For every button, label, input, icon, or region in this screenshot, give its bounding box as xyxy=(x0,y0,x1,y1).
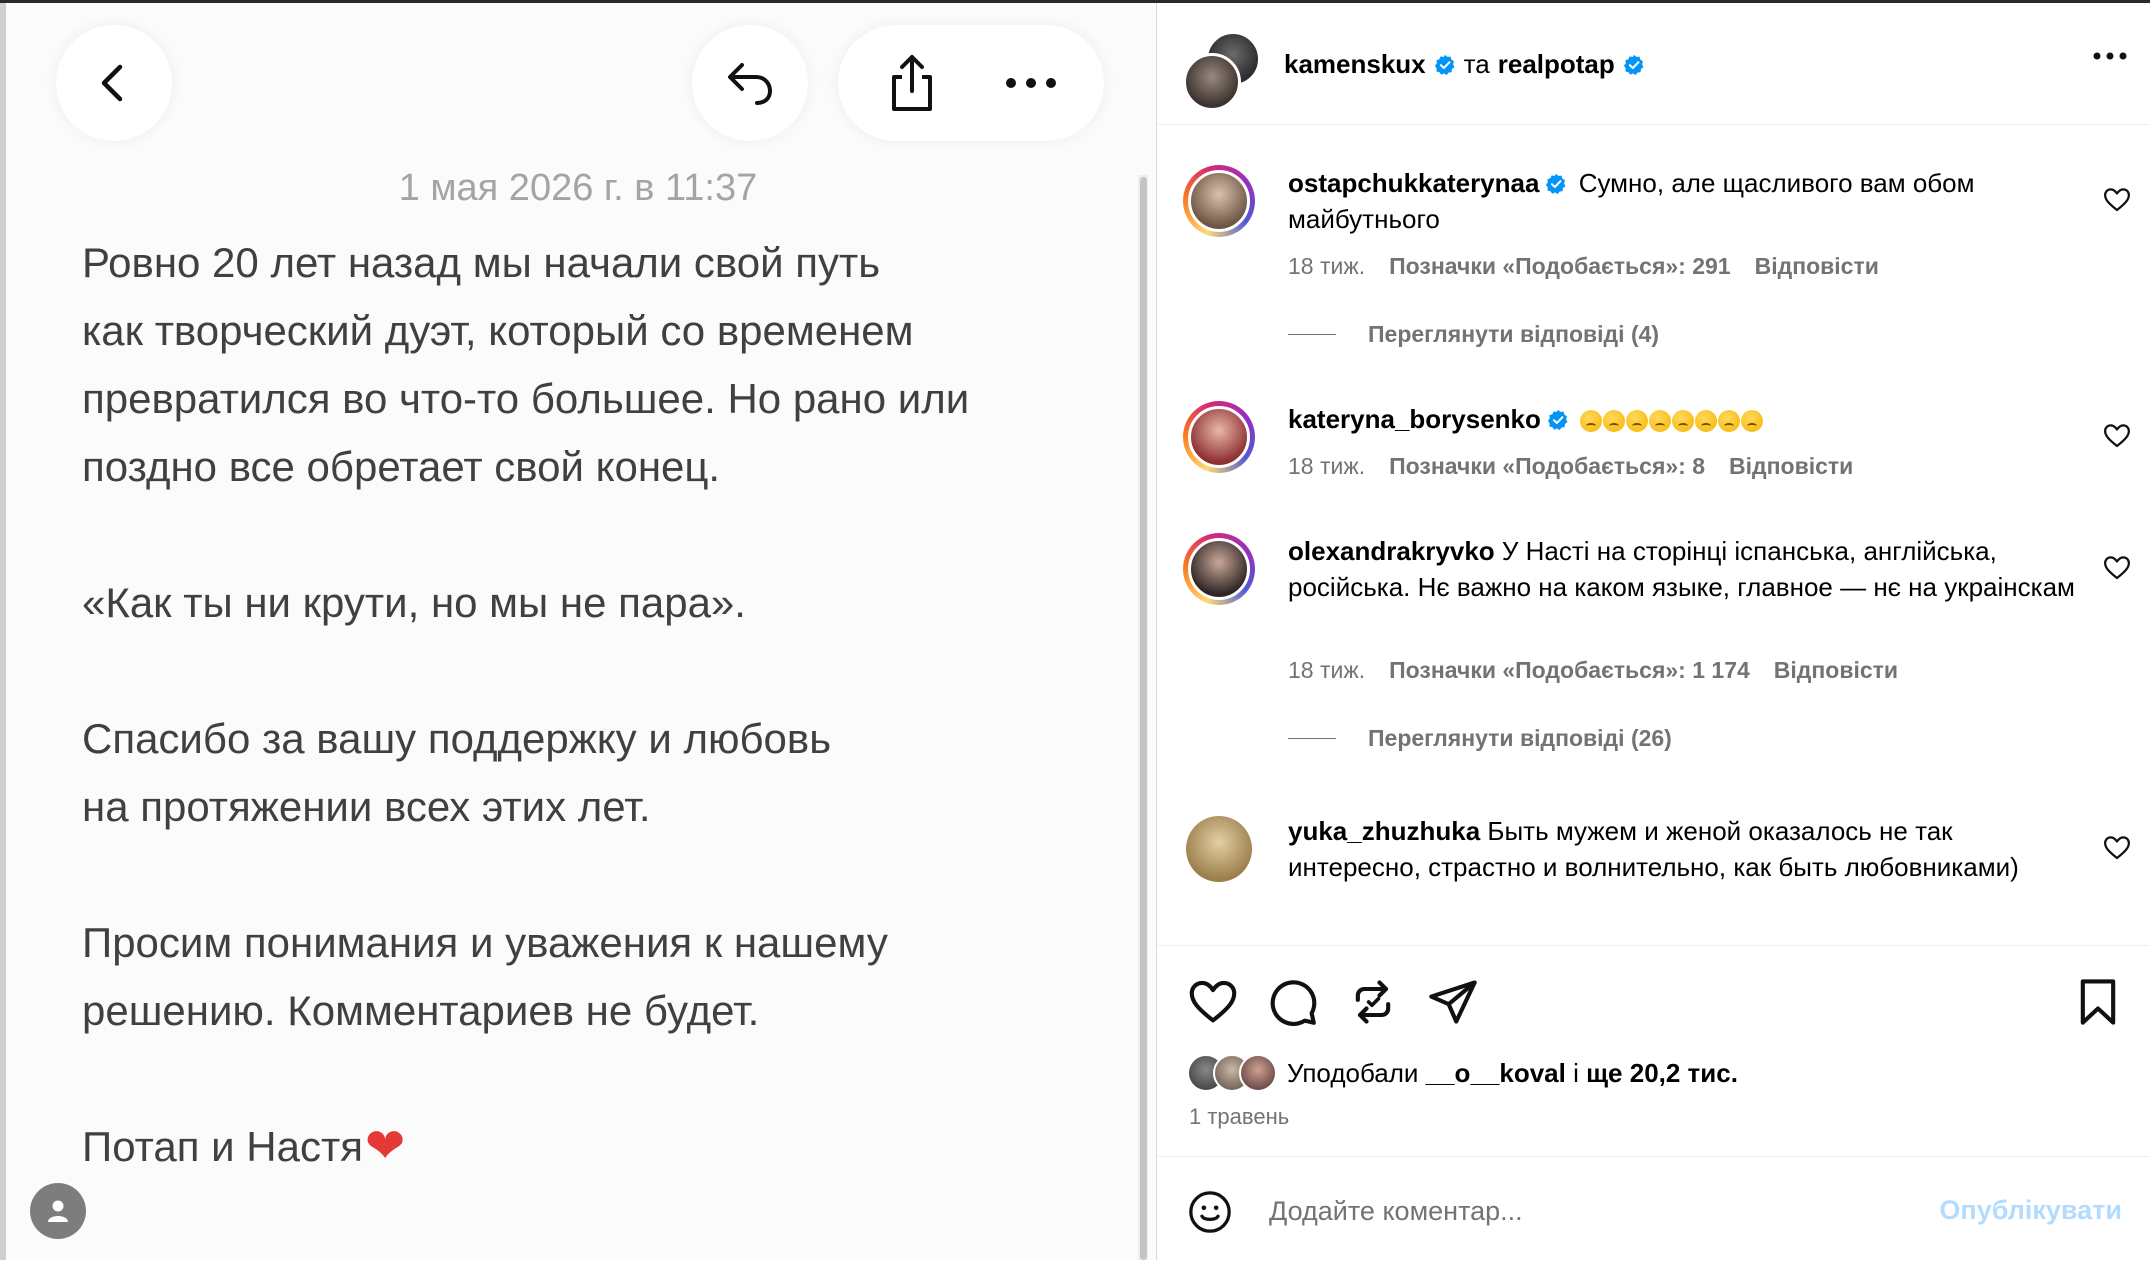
person-icon xyxy=(48,1200,68,1222)
author-username[interactable]: kamenskux xyxy=(1284,49,1426,80)
red-heart-icon: ❤ xyxy=(364,1120,406,1173)
comment-text: olexandrakryvko У Насті на сторінці іспа… xyxy=(1288,533,2078,605)
verified-badge-icon xyxy=(1547,409,1568,431)
verified-badge-icon xyxy=(1623,54,1644,75)
post-header: kamenskux та realpotap xyxy=(1157,3,2150,125)
comment-composer: Опублікувати xyxy=(1157,1156,2150,1261)
reply-button[interactable]: Відповісти xyxy=(1774,657,1898,684)
crying-face-icon xyxy=(1741,410,1764,433)
scrollbar-thumb[interactable] xyxy=(1140,177,1147,1260)
toolbar-pill xyxy=(838,25,1104,141)
verified-badge-icon xyxy=(1434,54,1455,75)
crying-face-icon xyxy=(1626,410,1649,433)
author-username[interactable]: realpotap xyxy=(1498,49,1615,80)
more-button[interactable] xyxy=(991,43,1071,123)
likes-count[interactable]: ще 20,2 тис. xyxy=(1586,1058,1738,1088)
publish-button[interactable]: Опублікувати xyxy=(1939,1195,2122,1226)
comment-time: 18 тиж. xyxy=(1288,253,1366,279)
notes-screenshot: 1 мая 2026 г. в 11:37 Ровно 20 лет назад… xyxy=(0,3,1156,1260)
crying-face-icon xyxy=(1718,410,1741,433)
comment-username[interactable]: olexandrakryvko xyxy=(1288,536,1495,566)
share-icon xyxy=(891,55,932,111)
comment-meta: 18 тиж. Позначки «Подобається»: 291 Відп… xyxy=(1288,253,1879,280)
share-button[interactable] xyxy=(872,43,952,123)
reply-arrow-icon xyxy=(728,63,773,105)
undo-button[interactable] xyxy=(692,25,808,141)
back-button[interactable] xyxy=(56,25,172,141)
note-paragraph: Спасибо за вашу поддержку и любовь на пр… xyxy=(82,715,832,830)
view-replies-button[interactable]: Переглянути відповіді (26) xyxy=(1288,725,1672,752)
avatar xyxy=(1183,53,1241,111)
heart-outline-icon[interactable] xyxy=(2102,553,2132,583)
signature-text: Потап и Настя xyxy=(82,1123,363,1170)
like-heart-icon[interactable] xyxy=(1187,976,1239,1028)
verified-badge-icon xyxy=(1546,173,1566,195)
post-authors: kamenskux та realpotap xyxy=(1284,49,1653,80)
comment-likes[interactable]: Позначки «Подобається»: 1 174 xyxy=(1389,657,1750,684)
send-paper-plane-icon[interactable] xyxy=(1427,976,1479,1028)
post-date: 1 травень xyxy=(1189,1104,1290,1129)
crying-face-icon xyxy=(1649,410,1672,433)
avatar xyxy=(1239,1054,1277,1092)
crying-face-icon xyxy=(1695,410,1718,433)
chevron-left-icon xyxy=(101,64,123,102)
bookmark-icon[interactable] xyxy=(2072,976,2124,1028)
comments-list[interactable]: ostapchukkaterynaa Сумно, але щасливого … xyxy=(1157,125,2150,945)
note-paragraph: «Как ты ни крути, но мы не пара». xyxy=(82,579,746,626)
comment-meta: 18 тиж. Позначки «Подобається»: 8 Відпов… xyxy=(1288,453,1853,480)
comment-likes[interactable]: Позначки «Подобається»: 8 xyxy=(1389,453,1705,480)
comment-likes[interactable]: Позначки «Подобається»: 291 xyxy=(1389,253,1730,280)
note-paragraph: Просим понимания и уважения к нашему реш… xyxy=(82,919,888,1034)
more-icon xyxy=(1005,78,1056,88)
reply-button[interactable]: Відповісти xyxy=(1729,453,1853,480)
reply-button[interactable]: Відповісти xyxy=(1755,253,1879,280)
more-icon[interactable] xyxy=(2092,51,2128,61)
comment-username[interactable]: kateryna_borysenko xyxy=(1288,404,1541,434)
avatar[interactable] xyxy=(1183,813,1255,885)
avatar[interactable] xyxy=(1183,533,1255,605)
note-body: Ровно 20 лет назад мы начали свой путь к… xyxy=(82,229,1102,1181)
repost-icon[interactable] xyxy=(1347,976,1399,1028)
comment-username[interactable]: ostapchukkaterynaa xyxy=(1288,168,1539,198)
author-avatars[interactable] xyxy=(1183,31,1261,111)
view-replies-label: Переглянути відповіді (26) xyxy=(1368,725,1672,751)
crying-face-icon xyxy=(1672,410,1695,433)
liked-username[interactable]: __o__koval xyxy=(1426,1058,1566,1088)
comment-meta: 18 тиж. Позначки «Подобається»: 1 174 Ві… xyxy=(1288,657,1898,684)
view-replies-button[interactable]: Переглянути відповіді (4) xyxy=(1288,321,1659,348)
liked-by-text: Уподобали __o__koval і ще 20,2 тис. xyxy=(1287,1058,1738,1089)
avatar[interactable] xyxy=(1183,165,1255,237)
instagram-panel: kamenskux та realpotap ostapchukkateryna… xyxy=(1157,3,2150,1260)
crying-face-icon xyxy=(1580,410,1603,433)
emoji-icon[interactable] xyxy=(1187,1189,1233,1235)
post-actions: Уподобали __o__koval і ще 20,2 тис. 1 тр… xyxy=(1157,945,2150,1156)
comment-bubble-icon[interactable] xyxy=(1267,976,1319,1028)
note-date: 1 мая 2026 г. в 11:37 xyxy=(398,167,758,209)
crying-face-icon xyxy=(1603,410,1626,433)
comment-time: 18 тиж. xyxy=(1288,657,1366,683)
avatar[interactable] xyxy=(1183,401,1255,473)
authors-joiner: та xyxy=(1463,49,1490,79)
comment-text: kateryna_borysenko xyxy=(1288,401,2078,437)
comment-text: yuka_zhuzhuka Быть мужем и женой оказало… xyxy=(1288,813,2078,885)
profile-avatar-button[interactable] xyxy=(30,1183,86,1239)
view-replies-label: Переглянути відповіді (4) xyxy=(1368,321,1660,347)
heart-outline-icon[interactable] xyxy=(2102,185,2132,215)
note-paragraph: Ровно 20 лет назад мы начали свой путь к… xyxy=(82,239,970,490)
comment-text: ostapchukkaterynaa Сумно, але щасливого … xyxy=(1288,165,2078,237)
liked-by[interactable]: Уподобали __o__koval і ще 20,2 тис. xyxy=(1187,1054,1738,1092)
crying-emoji-row xyxy=(1580,410,1764,433)
heart-outline-icon[interactable] xyxy=(2102,833,2132,863)
comment-username[interactable]: yuka_zhuzhuka xyxy=(1288,816,1480,846)
heart-outline-icon[interactable] xyxy=(2102,421,2132,451)
liked-conj: і xyxy=(1573,1057,1579,1088)
comment-time: 18 тиж. xyxy=(1288,453,1366,479)
liked-prefix: Уподобали xyxy=(1287,1057,1419,1088)
comment-input[interactable] xyxy=(1267,1185,1871,1237)
note-signature: Потап и Настя ❤ xyxy=(82,1113,1102,1181)
